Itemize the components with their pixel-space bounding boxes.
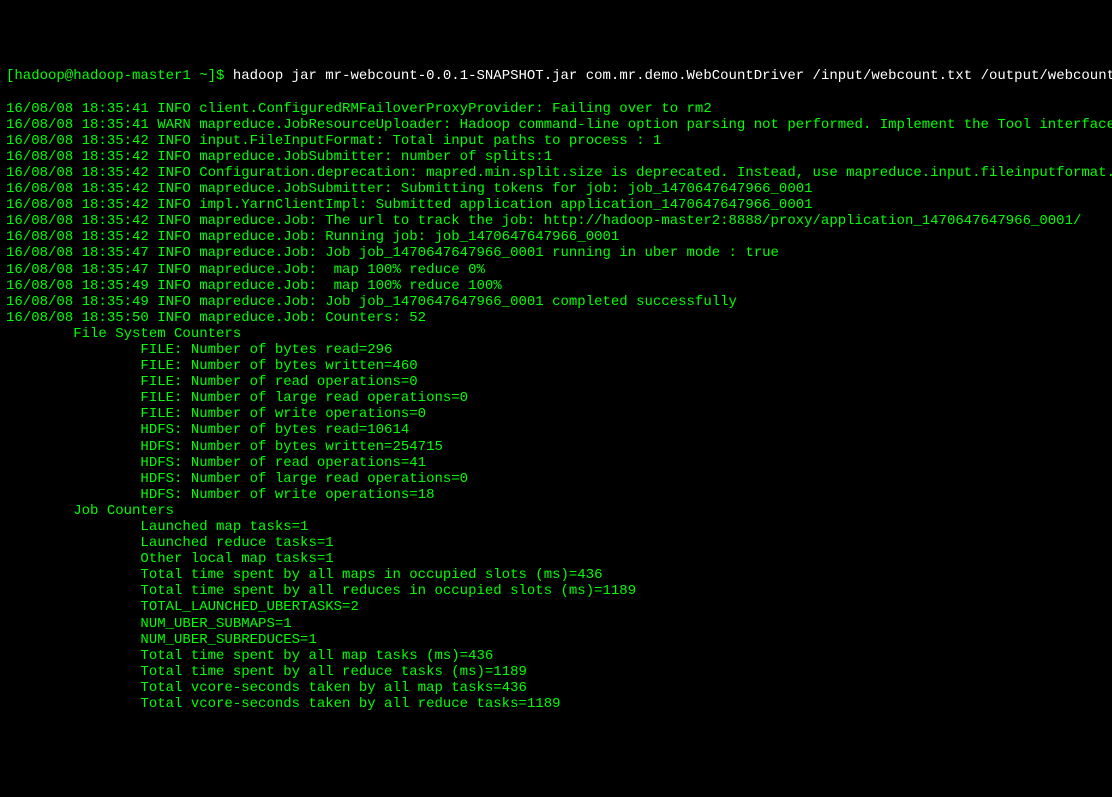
prompt-path: ~ bbox=[199, 68, 207, 84]
log-line: 16/08/08 18:35:42 INFO mapreduce.Job: Th… bbox=[6, 213, 1106, 229]
log-line: File System Counters bbox=[6, 326, 1106, 342]
log-line: 16/08/08 18:35:41 INFO client.Configured… bbox=[6, 101, 1106, 117]
log-line: Total vcore-seconds taken by all map tas… bbox=[6, 680, 1106, 696]
log-line: 16/08/08 18:35:42 INFO Configuration.dep… bbox=[6, 165, 1106, 181]
log-line: HDFS: Number of read operations=41 bbox=[6, 455, 1106, 471]
log-line: Total vcore-seconds taken by all reduce … bbox=[6, 696, 1106, 712]
log-line: FILE: Number of bytes read=296 bbox=[6, 342, 1106, 358]
command-text: hadoop jar mr-webcount-0.0.1-SNAPSHOT.ja… bbox=[233, 68, 1112, 84]
log-line: NUM_UBER_SUBMAPS=1 bbox=[6, 616, 1106, 632]
log-line: 16/08/08 18:35:49 INFO mapreduce.Job: Jo… bbox=[6, 294, 1106, 310]
log-line: HDFS: Number of bytes written=254715 bbox=[6, 439, 1106, 455]
log-line: 16/08/08 18:35:47 INFO mapreduce.Job: Jo… bbox=[6, 245, 1106, 261]
log-line: 16/08/08 18:35:49 INFO mapreduce.Job: ma… bbox=[6, 278, 1106, 294]
log-line: TOTAL_LAUNCHED_UBERTASKS=2 bbox=[6, 599, 1106, 615]
prompt-line[interactable]: [hadoop@hadoop-master1 ~]$ hadoop jar mr… bbox=[6, 68, 1106, 84]
log-line: Launched map tasks=1 bbox=[6, 519, 1106, 535]
log-line: 16/08/08 18:35:42 INFO mapreduce.JobSubm… bbox=[6, 149, 1106, 165]
log-output: 16/08/08 18:35:41 INFO client.Configured… bbox=[6, 101, 1106, 713]
log-line: Total time spent by all map tasks (ms)=4… bbox=[6, 648, 1106, 664]
log-line: HDFS: Number of write operations=18 bbox=[6, 487, 1106, 503]
prompt-close: ]$ bbox=[208, 68, 233, 84]
log-line: 16/08/08 18:35:42 INFO mapreduce.Job: Ru… bbox=[6, 229, 1106, 245]
log-line: Total time spent by all maps in occupied… bbox=[6, 567, 1106, 583]
log-line: FILE: Number of large read operations=0 bbox=[6, 390, 1106, 406]
log-line: NUM_UBER_SUBREDUCES=1 bbox=[6, 632, 1106, 648]
prompt-user-host: [hadoop@hadoop-master1 bbox=[6, 68, 199, 84]
log-line: 16/08/08 18:35:42 INFO impl.YarnClientIm… bbox=[6, 197, 1106, 213]
log-line: Job Counters bbox=[6, 503, 1106, 519]
log-line: FILE: Number of bytes written=460 bbox=[6, 358, 1106, 374]
log-line: 16/08/08 18:35:50 INFO mapreduce.Job: Co… bbox=[6, 310, 1106, 326]
log-line: HDFS: Number of large read operations=0 bbox=[6, 471, 1106, 487]
log-line: 16/08/08 18:35:47 INFO mapreduce.Job: ma… bbox=[6, 262, 1106, 278]
log-line: Other local map tasks=1 bbox=[6, 551, 1106, 567]
log-line: Launched reduce tasks=1 bbox=[6, 535, 1106, 551]
log-line: 16/08/08 18:35:41 WARN mapreduce.JobReso… bbox=[6, 117, 1106, 133]
log-line: HDFS: Number of bytes read=10614 bbox=[6, 422, 1106, 438]
log-line: Total time spent by all reduce tasks (ms… bbox=[6, 664, 1106, 680]
log-line: 16/08/08 18:35:42 INFO input.FileInputFo… bbox=[6, 133, 1106, 149]
log-line: FILE: Number of read operations=0 bbox=[6, 374, 1106, 390]
log-line: FILE: Number of write operations=0 bbox=[6, 406, 1106, 422]
log-line: Total time spent by all reduces in occup… bbox=[6, 583, 1106, 599]
log-line: 16/08/08 18:35:42 INFO mapreduce.JobSubm… bbox=[6, 181, 1106, 197]
